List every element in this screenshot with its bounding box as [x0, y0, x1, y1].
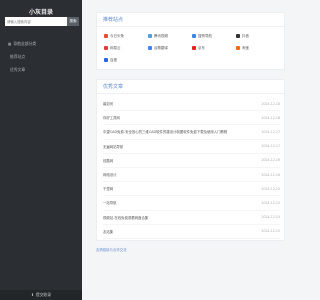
site-label: 抖音: [242, 33, 249, 38]
site-label: 淘宝: [242, 45, 249, 50]
site-link-taobao[interactable]: 淘宝: [236, 42, 280, 54]
recommend-title: 推荐站点: [103, 17, 124, 23]
list-item[interactable]: 千里网 2024-12-15: [103, 182, 280, 197]
taobao-icon: [236, 46, 240, 50]
list-item[interactable]: 无遍网站导航 2024-12-17: [103, 140, 280, 154]
list-item[interactable]: 你好工具网 2024-12-18: [103, 111, 280, 126]
sogou-icon: [192, 34, 196, 38]
divider: [97, 93, 284, 94]
site-link-toutiao[interactable]: 今日头条: [104, 30, 148, 42]
article-date: 2024-12-18: [261, 101, 280, 106]
site-label: 京东: [198, 45, 205, 50]
article-date: 2024-12-15: [261, 200, 280, 205]
google-translate-icon: [148, 46, 152, 50]
grid-icon: ▦: [8, 41, 12, 46]
list-item[interactable]: 视频站-在线免费观看网盘合集 2024-12-15: [103, 211, 280, 225]
site-label: 搜狗导航: [198, 33, 212, 38]
article-date: 2024-12-17: [261, 144, 280, 149]
submit-label: 提交收录: [35, 292, 52, 297]
article-date: 2024-12-18: [261, 115, 280, 120]
site-label: 网易云: [110, 45, 121, 50]
site-link-netease-music[interactable]: 网易云: [104, 42, 148, 54]
site-label: 今日头条: [110, 33, 124, 38]
article-title: 馨如何: [103, 102, 114, 107]
article-title: 中望CAD免费-安全放心的三维CAD软件的建设计制图软件免费下载及使用入门教程: [103, 130, 228, 135]
site-link-jd[interactable]: 京东: [192, 42, 236, 54]
list-item[interactable]: 馨如何 2024-12-18: [103, 97, 280, 112]
articles-title: 优秀文章: [103, 84, 124, 90]
friend-links[interactable]: 友情链接与合作交流: [96, 247, 127, 252]
search-bar: 搜索: [5, 17, 79, 26]
list-item[interactable]: 中望CAD免费-安全放心的三维CAD软件的建设计制图软件免费下载及使用入门教程 2…: [103, 125, 280, 140]
upload-icon: ⬆: [30, 293, 34, 297]
article-list: 馨如何 2024-12-18 你好工具网 2024-12-18 中望CAD免费-安全…: [103, 97, 280, 239]
article-title: 一站导航: [103, 201, 117, 206]
site-label: 谷歌翻译: [154, 45, 168, 50]
site-title: 小灰目录: [28, 9, 53, 16]
sidebar-item-articles[interactable]: 优秀文章: [0, 63, 82, 76]
toutiao-icon: [104, 34, 108, 38]
site-label: 腾讯视频: [154, 33, 168, 38]
articles-card: 优秀文章 馨如何 2024-12-18 你好工具网 2024-12-18 中望CAD…: [96, 79, 285, 241]
jd-icon: [192, 46, 196, 50]
site-grid: 今日头条 腾讯视频 搜狗导航 抖音 网易云 谷歌翻译 京东 淘宝 百度: [104, 30, 280, 66]
search-button[interactable]: 搜索: [67, 17, 79, 26]
sidebar-item-recommended[interactable]: 推荐站点: [0, 50, 82, 63]
article-date: 2024-12-15: [261, 229, 280, 234]
article-title: 视频站-在线免费观看网盘合集: [103, 215, 149, 220]
main-content: 推荐站点 今日头条 腾讯视频 搜狗导航 抖音 网易云 谷歌翻译 京东 淘宝 百度…: [82, 0, 300, 300]
list-item[interactable]: 网络设计 2024-12-16: [103, 168, 280, 183]
list-item[interactable]: 一站导航 2024-12-15: [103, 196, 280, 211]
sidebar-item-label: 推荐站点: [10, 53, 26, 59]
sidebar-item-label: 优秀文章: [10, 66, 26, 72]
site-link-baidu[interactable]: 百度: [104, 54, 148, 66]
list-item[interactable]: 炫酷网 2024-12-16: [103, 154, 280, 168]
article-title: 炫酷网: [103, 158, 114, 163]
sidebar-item-label: 导航全部分类: [13, 40, 37, 46]
sidebar-nav: ▦ 导航全部分类 推荐站点 优秀文章: [0, 37, 82, 76]
netease-music-icon: [104, 46, 108, 50]
site-link-google-translate[interactable]: 谷歌翻译: [148, 42, 192, 54]
article-title: 你好工具网: [103, 116, 120, 121]
site-link-douyin[interactable]: 抖音: [236, 30, 280, 42]
baidu-icon: [104, 58, 108, 62]
site-link-tencent-video[interactable]: 腾讯视频: [148, 30, 192, 42]
submit-button[interactable]: ⬆ 提交收录: [0, 290, 82, 300]
douyin-icon: [236, 34, 240, 38]
article-date: 2024-12-15: [261, 186, 280, 191]
site-link-sogou[interactable]: 搜狗导航: [192, 30, 236, 42]
article-title: 网络设计: [103, 173, 117, 178]
article-date: 2024-12-15: [261, 215, 280, 220]
tencent-video-icon: [148, 34, 152, 38]
search-input[interactable]: [5, 17, 67, 26]
article-title: 友站集: [103, 229, 114, 234]
article-date: 2024-12-16: [261, 158, 280, 163]
list-item[interactable]: 友站集 2024-12-15: [103, 225, 280, 239]
sidebar-item-all-categories[interactable]: ▦ 导航全部分类: [0, 37, 82, 50]
article-title: 千里网: [103, 187, 114, 192]
recommend-card: 推荐站点 今日头条 腾讯视频 搜狗导航 抖音 网易云 谷歌翻译 京东 淘宝 百度: [96, 12, 285, 70]
article-date: 2024-12-16: [261, 172, 280, 177]
article-date: 2024-12-17: [261, 129, 280, 134]
sidebar: 小灰目录 搜索 ▦ 导航全部分类 推荐站点 优秀文章 ⬆ 提交收录: [0, 0, 82, 300]
site-label: 百度: [110, 57, 117, 62]
article-title: 无遍网站导航: [103, 144, 124, 149]
divider: [97, 26, 284, 27]
